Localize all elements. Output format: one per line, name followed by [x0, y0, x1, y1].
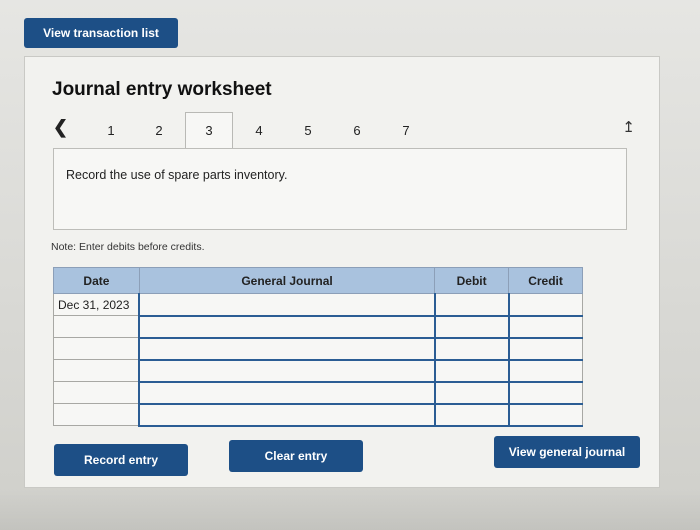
photo-shading	[0, 490, 700, 530]
general-journal-column-header: General Journal	[138, 267, 436, 294]
account-input[interactable]	[138, 359, 436, 383]
date-column-header: Date	[53, 267, 140, 294]
tab-7[interactable]: 7	[382, 112, 430, 148]
account-input[interactable]	[138, 337, 436, 361]
credit-input[interactable]	[507, 359, 583, 383]
tab-5[interactable]: 5	[284, 112, 332, 148]
date-cell[interactable]: Dec 31, 2023	[53, 293, 140, 316]
credit-input[interactable]	[507, 293, 583, 317]
view-transaction-list-button[interactable]: View transaction list	[24, 18, 178, 48]
table-row	[53, 359, 583, 383]
tab-4[interactable]: 4	[235, 112, 283, 148]
date-cell[interactable]	[53, 315, 140, 338]
credit-column-header: Credit	[508, 267, 583, 294]
tab-1[interactable]: 1	[87, 112, 135, 148]
debit-input[interactable]	[433, 337, 510, 361]
table-row: Dec 31, 2023	[53, 293, 583, 317]
journal-table: Date General Journal Debit Credit Dec 31…	[53, 267, 583, 427]
account-input[interactable]	[138, 293, 436, 317]
clear-entry-button[interactable]: Clear entry	[229, 440, 363, 472]
account-input[interactable]	[138, 381, 436, 405]
table-row	[53, 315, 583, 339]
chevron-left-icon[interactable]: ❮	[53, 117, 68, 138]
cursor-icon[interactable]: ↥	[622, 118, 635, 136]
view-general-journal-button[interactable]: View general journal	[494, 436, 640, 468]
credit-input[interactable]	[507, 315, 583, 339]
date-cell[interactable]	[53, 337, 140, 360]
debit-column-header: Debit	[434, 267, 510, 294]
date-cell[interactable]	[53, 359, 140, 382]
transaction-description-box: Record the use of spare parts inventory.	[53, 148, 627, 230]
record-entry-button[interactable]: Record entry	[54, 444, 188, 476]
debit-input[interactable]	[433, 381, 510, 405]
journal-worksheet-panel: Journal entry worksheet ❮ 1 2 3 4 5 6 7 …	[24, 56, 660, 488]
tab-3[interactable]: 3	[185, 112, 233, 148]
worksheet-tabs: ❮ 1 2 3 4 5 6 7 ↥	[25, 112, 661, 148]
debit-input[interactable]	[433, 403, 510, 427]
account-input[interactable]	[138, 315, 436, 339]
tab-6[interactable]: 6	[333, 112, 381, 148]
credit-input[interactable]	[507, 381, 583, 405]
entry-note: Note: Enter debits before credits.	[51, 241, 205, 253]
debit-input[interactable]	[433, 293, 510, 317]
worksheet-title: Journal entry worksheet	[52, 79, 272, 100]
date-cell[interactable]	[53, 403, 140, 426]
debit-input[interactable]	[433, 315, 510, 339]
credit-input[interactable]	[507, 337, 583, 361]
account-input[interactable]	[138, 403, 436, 427]
debit-input[interactable]	[433, 359, 510, 383]
table-row	[53, 403, 583, 427]
credit-input[interactable]	[507, 403, 583, 427]
table-row	[53, 381, 583, 405]
transaction-description: Record the use of spare parts inventory.	[66, 168, 288, 182]
table-row	[53, 337, 583, 361]
date-cell[interactable]	[53, 381, 140, 404]
tab-2[interactable]: 2	[135, 112, 183, 148]
